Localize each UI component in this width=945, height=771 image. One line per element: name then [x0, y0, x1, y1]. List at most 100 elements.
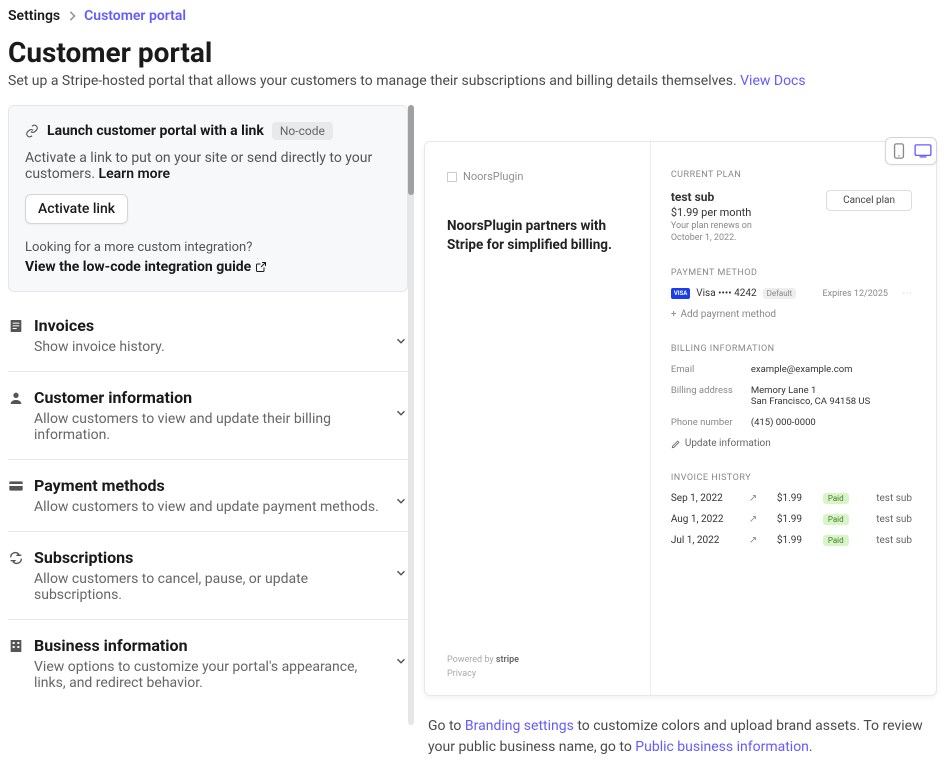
- invoice-amount: $1.99: [777, 514, 817, 525]
- current-plan-header: CURRENT PLAN: [671, 170, 912, 180]
- paid-badge: Paid: [823, 514, 849, 525]
- chevron-down-icon: [394, 334, 408, 348]
- section-desc: Allow customers to view and update their…: [34, 411, 386, 443]
- section-invoices[interactable]: Invoices Show invoice history.: [8, 300, 408, 372]
- user-icon: [8, 390, 24, 406]
- invoice-date: Sep 1, 2022: [671, 493, 749, 504]
- stripe-logo: stripe: [496, 655, 519, 665]
- learn-more-link[interactable]: Learn more: [99, 166, 170, 182]
- invoice-amount: $1.99: [777, 493, 817, 504]
- footer-text1: Go to: [428, 718, 465, 734]
- section-business-information[interactable]: Business information View options to cus…: [8, 620, 408, 707]
- invoice-name: test sub: [876, 493, 912, 504]
- section-title: Payment methods: [34, 476, 386, 495]
- invoice-date: Aug 1, 2022: [671, 514, 749, 525]
- preview-tagline: NoorsPlugin partners with Stripe for sim…: [447, 217, 630, 255]
- breadcrumb: Settings Customer portal: [8, 8, 937, 24]
- plan-renew-text2: October 1, 2022.: [671, 233, 737, 243]
- footer-note: Go to Branding settings to customize col…: [424, 716, 937, 758]
- billing-label-email: Email: [671, 364, 751, 375]
- billing-value-phone: (415) 000-0000: [751, 417, 816, 428]
- invoice-history-header: INVOICE HISTORY: [671, 473, 912, 483]
- desktop-view-button[interactable]: [914, 142, 932, 160]
- update-info-label: Update information: [685, 438, 771, 449]
- subtitle-text: Set up a Stripe-hosted portal that allow…: [8, 73, 737, 89]
- invoice-amount: $1.99: [777, 535, 817, 546]
- external-link-icon: ↗: [749, 493, 759, 504]
- visa-icon: VISA: [671, 288, 690, 299]
- card-number: Visa •••• 4242: [696, 288, 756, 299]
- external-link-icon: [255, 261, 267, 273]
- invoice-row[interactable]: Jul 1, 2022 ↗ $1.99 Paid test sub: [671, 535, 912, 546]
- default-badge: Default: [763, 288, 797, 299]
- section-desc: Show invoice history.: [34, 339, 386, 355]
- breadcrumb-current: Customer portal: [84, 8, 186, 24]
- preview-brand: NoorsPlugin: [447, 170, 630, 183]
- scrollbar-thumb[interactable]: [408, 105, 414, 195]
- chevron-down-icon: [394, 654, 408, 668]
- launch-title: Launch customer portal with a link: [47, 123, 264, 139]
- privacy-link: Privacy: [447, 669, 630, 679]
- plus-icon: +: [671, 309, 677, 320]
- billing-label-phone: Phone number: [671, 417, 751, 428]
- add-payment-method-link[interactable]: + Add payment method: [671, 309, 912, 320]
- invoice-date: Jul 1, 2022: [671, 535, 749, 546]
- building-icon: [8, 638, 24, 654]
- looking-for-text: Looking for a more custom integration?: [25, 240, 391, 255]
- paid-badge: Paid: [823, 493, 849, 504]
- brand-logo-icon: [447, 172, 457, 182]
- paid-badge: Paid: [823, 535, 849, 546]
- section-title: Customer information: [34, 388, 386, 407]
- section-title: Subscriptions: [34, 548, 386, 567]
- section-desc: Allow customers to cancel, pause, or upd…: [34, 571, 386, 603]
- view-docs-link[interactable]: View Docs: [740, 73, 805, 89]
- payment-method-header: PAYMENT METHOD: [671, 268, 912, 278]
- section-payment-methods[interactable]: Payment methods Allow customers to view …: [8, 460, 408, 532]
- page-subtitle: Set up a Stripe-hosted portal that allow…: [8, 73, 937, 89]
- cancel-plan-button[interactable]: Cancel plan: [826, 190, 912, 211]
- section-subscriptions[interactable]: Subscriptions Allow customers to cancel,…: [8, 532, 408, 620]
- chevron-down-icon: [394, 494, 408, 508]
- branding-settings-link[interactable]: Branding settings: [465, 718, 574, 734]
- billing-label-address: Billing address: [671, 385, 751, 407]
- activate-link-button[interactable]: Activate link: [25, 194, 128, 224]
- card-icon: [8, 478, 24, 494]
- public-business-info-link[interactable]: Public business information: [635, 739, 809, 755]
- refresh-icon: [8, 550, 24, 566]
- plan-name: test sub: [671, 190, 752, 204]
- pencil-icon: [671, 439, 681, 449]
- external-link-icon: ↗: [749, 535, 759, 546]
- section-title: Invoices: [34, 316, 386, 335]
- update-information-link[interactable]: Update information: [671, 438, 912, 449]
- invoice-name: test sub: [876, 514, 912, 525]
- launch-card: Launch customer portal with a link No-co…: [8, 105, 408, 292]
- link-icon: [25, 124, 39, 138]
- billing-value-email: example@example.com: [751, 364, 853, 375]
- no-code-badge: No-code: [272, 122, 333, 140]
- section-desc: View options to customize your portal's …: [34, 659, 386, 691]
- add-pm-label: Add payment method: [681, 309, 777, 320]
- powered-by-label: Powered by: [447, 655, 494, 665]
- plan-renew-text1: Your plan renews on: [671, 221, 752, 231]
- external-link-icon: ↗: [749, 514, 759, 525]
- more-icon[interactable]: ⋯: [902, 288, 912, 299]
- plan-price: $1.99 per month: [671, 206, 752, 219]
- section-desc: Allow customers to view and update payme…: [34, 499, 386, 515]
- low-code-guide-link[interactable]: View the low-code integration guide: [25, 259, 267, 275]
- invoice-row[interactable]: Aug 1, 2022 ↗ $1.99 Paid test sub: [671, 514, 912, 525]
- footer-text3: .: [809, 739, 813, 755]
- chevron-right-icon: [68, 11, 76, 21]
- mobile-view-button[interactable]: [890, 142, 908, 160]
- device-switch: [885, 137, 937, 165]
- section-customer-information[interactable]: Customer information Allow customers to …: [8, 372, 408, 460]
- invoice-row[interactable]: Sep 1, 2022 ↗ $1.99 Paid test sub: [671, 493, 912, 504]
- scrollbar-track[interactable]: [408, 105, 414, 725]
- billing-value-address: Memory Lane 1 San Francisco, CA 94158 US: [751, 385, 870, 407]
- card-expires: Expires 12/2025: [822, 289, 888, 299]
- page-title: Customer portal: [8, 36, 937, 69]
- brand-name: NoorsPlugin: [463, 170, 523, 183]
- chevron-down-icon: [394, 406, 408, 420]
- breadcrumb-root[interactable]: Settings: [8, 8, 60, 24]
- invoice-name: test sub: [876, 535, 912, 546]
- invoice-icon: [8, 318, 24, 334]
